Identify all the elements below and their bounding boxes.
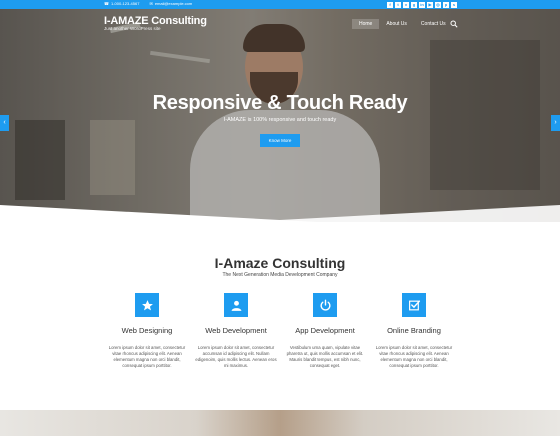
page: ☎ 1-000-123-4567 ✉ email@example.com f t v… [0, 0, 560, 436]
service-icon-box[interactable] [402, 293, 426, 317]
know-more-button[interactable]: Know More [260, 134, 300, 147]
site-logo[interactable]: I-AMAZE Consulting Just another WordPres… [104, 15, 207, 31]
section-title: I-Amaze Consulting [214, 255, 346, 271]
google-plus-icon[interactable]: g [411, 1, 417, 8]
service-title[interactable]: App Development [282, 326, 368, 335]
next-section-image [0, 410, 560, 436]
nav-item-home[interactable]: Home [352, 19, 380, 29]
user-icon [231, 300, 241, 311]
service-card: Web Designing Lorem ipsum dolor sit amet… [104, 293, 190, 369]
service-icon-box[interactable] [135, 293, 159, 317]
service-icon-box[interactable] [313, 293, 337, 317]
twitter-icon[interactable]: t [395, 1, 401, 8]
chevron-left-icon: ‹ [3, 119, 6, 126]
nav-item-about-us[interactable]: About Us [379, 19, 414, 29]
services-grid: Web Designing Lorem ipsum dolor sit amet… [104, 293, 458, 383]
search-icon[interactable] [450, 20, 458, 28]
nav-item-contact-us[interactable]: Contact Us [414, 19, 453, 29]
email-contact[interactable]: ✉ email@example.com [149, 1, 192, 6]
main-nav: Home About Us Contact Us [352, 19, 458, 29]
pinterest-icon[interactable]: p [443, 1, 449, 8]
chevron-right-icon: › [554, 119, 557, 126]
hero-slant-divider [0, 205, 560, 235]
service-card: Online Branding Lorem ipsum dolor sit am… [371, 293, 457, 369]
hero-title: Responsive & Touch Ready [152, 92, 408, 114]
youtube-icon[interactable]: ▶ [427, 1, 433, 8]
service-card: App Development Vestibulum urna quam, vi… [282, 293, 368, 369]
envelope-icon: ✉ [149, 1, 153, 6]
service-description: Lorem ipsum dolor sit amet, consectetur … [375, 345, 453, 368]
facebook-icon[interactable]: f [387, 1, 393, 8]
email-address: email@example.com [154, 1, 193, 6]
slider-next-arrow[interactable]: › [551, 115, 560, 131]
power-icon [320, 299, 330, 311]
slider-prev-arrow[interactable]: ‹ [0, 115, 9, 131]
phone-number: 1-000-123-4567 [110, 1, 140, 6]
checkbox-icon [408, 299, 420, 310]
star-icon [141, 299, 153, 310]
vimeo-icon[interactable]: v [403, 1, 409, 8]
service-description: Vestibulum urna quam, vipulate vitae pha… [286, 345, 364, 368]
service-description: Lorem ipsum dolor sit amet, consectetur … [195, 345, 277, 368]
linkedin-icon[interactable]: in [419, 1, 425, 8]
service-description: Lorem ipsum dolor sit amet, consectetur … [108, 345, 186, 368]
skype-icon[interactable]: s [451, 1, 457, 8]
service-icon-box[interactable] [224, 293, 248, 317]
contact-info: ☎ 1-000-123-4567 ✉ email@example.com [104, 1, 192, 6]
service-card: Web Development Lorem ipsum dolor sit am… [193, 293, 279, 369]
phone-contact[interactable]: ☎ 1-000-123-4567 [104, 1, 139, 6]
hero-subtitle: I-AMAZE is 100% responsive and touch rea… [223, 117, 337, 123]
social-icons: f t v g in ▶ ◎ p s [387, 1, 457, 8]
section-subtitle: The Next Generation Media Development Co… [222, 272, 338, 278]
top-bar: ☎ 1-000-123-4567 ✉ email@example.com f t v… [0, 0, 560, 9]
phone-icon: ☎ [104, 1, 109, 6]
instagram-icon[interactable]: ◎ [435, 1, 441, 8]
service-title[interactable]: Online Branding [371, 326, 457, 335]
service-title[interactable]: Web Development [193, 326, 279, 335]
service-title[interactable]: Web Designing [104, 326, 190, 335]
